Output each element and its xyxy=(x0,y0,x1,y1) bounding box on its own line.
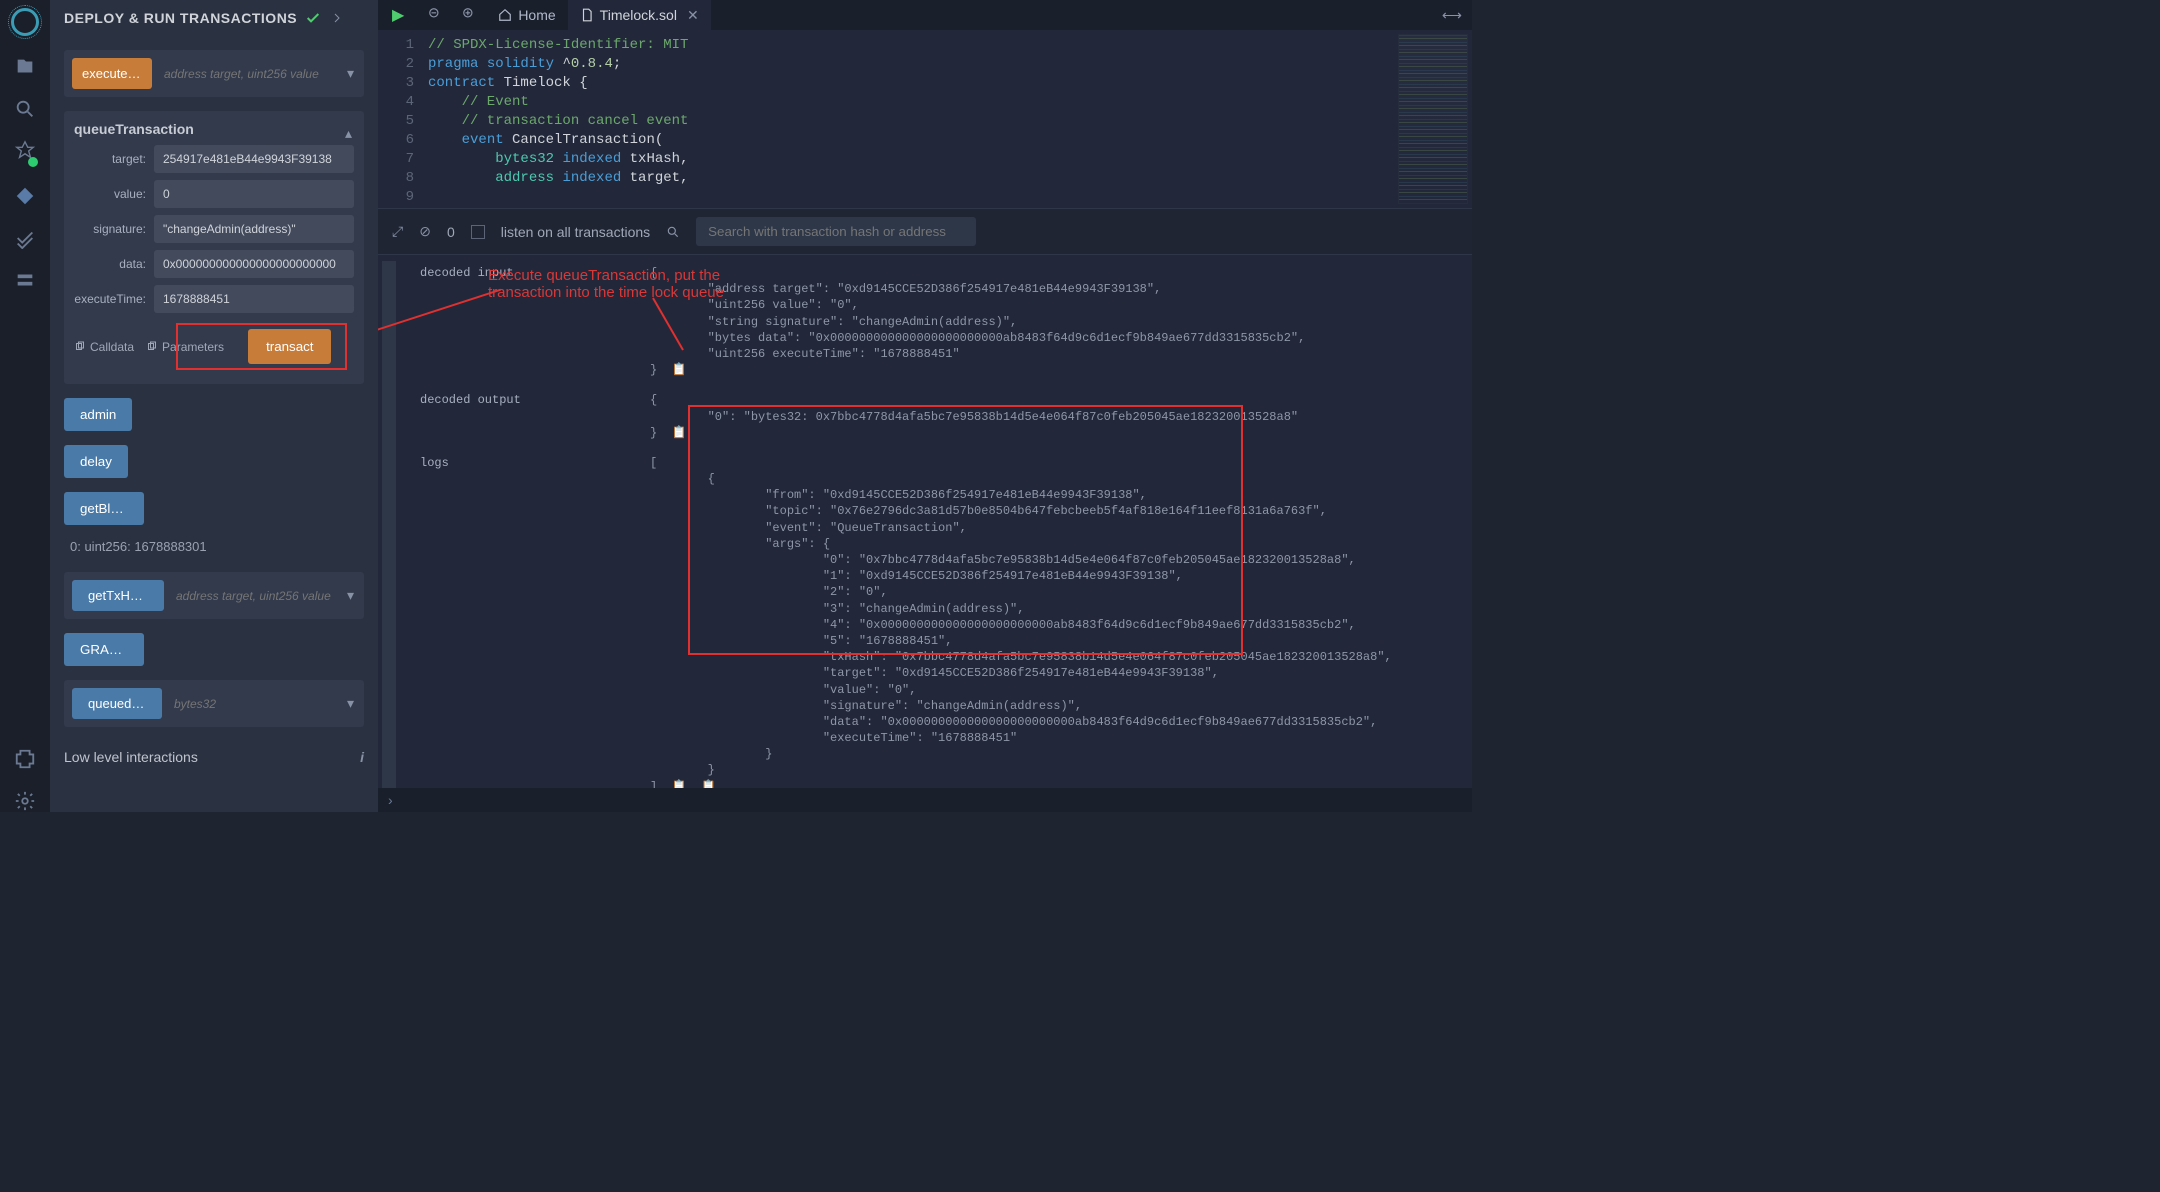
vertical-iconbar xyxy=(0,0,50,812)
get-tx-hash-button[interactable]: getTxHash xyxy=(72,580,164,611)
tab-home[interactable]: Home xyxy=(486,0,567,30)
terminal-toolbar: ⤢ ⊘ 0 listen on all transactions xyxy=(378,208,1472,255)
run-icon[interactable]: ▶ xyxy=(378,5,418,25)
compiler-icon[interactable] xyxy=(14,140,36,165)
terminal-search-input[interactable] xyxy=(696,217,976,246)
decoded-output-body: { "0": "bytes32: 0x7bbc4778d4afa5bc7e958… xyxy=(650,392,1468,441)
execute-transaction-box: executeTransa ▾ xyxy=(64,50,364,97)
execute-transaction-input[interactable] xyxy=(160,63,337,85)
panel-title: DEPLOY & RUN TRANSACTIONS xyxy=(64,10,297,26)
tab-timelock[interactable]: Timelock.sol ✕ xyxy=(568,0,711,30)
low-level-interactions: Low level interactions i xyxy=(64,741,364,773)
param-label-value: value: xyxy=(74,187,154,201)
line-numbers: 123456789 xyxy=(378,30,428,208)
terminal-search-icon[interactable] xyxy=(666,225,680,239)
chevron-down-icon[interactable]: ▾ xyxy=(345,63,356,84)
chevron-right-icon[interactable] xyxy=(331,12,343,24)
annotation-redbox-transact: transact xyxy=(176,323,347,370)
grace-period-button[interactable]: GRACE_PERIOD xyxy=(64,633,144,666)
listen-checkbox[interactable] xyxy=(471,225,485,239)
code-editor[interactable]: 123456789 // SPDX-License-Identifier: MI… xyxy=(378,30,1472,208)
tx-pending-count: 0 xyxy=(447,224,455,240)
decoded-input-label: decoded input xyxy=(400,265,650,378)
param-input-signature[interactable] xyxy=(154,215,354,243)
clear-terminal-icon[interactable]: ⊘ xyxy=(419,223,431,240)
home-icon xyxy=(498,8,512,22)
expand-icon[interactable]: ⟷ xyxy=(1432,7,1472,24)
param-input-target[interactable] xyxy=(154,145,354,173)
get-block-times-button[interactable]: getBlockTimes xyxy=(64,492,144,525)
search-icon[interactable] xyxy=(14,98,36,120)
chevron-down-icon[interactable]: ▾ xyxy=(345,693,356,714)
queued-transa-box: queuedTransa ▾ xyxy=(64,680,364,727)
copy-icon xyxy=(74,341,86,353)
code-content[interactable]: // SPDX-License-Identifier: MITpragma so… xyxy=(428,30,1472,208)
expand-terminal-icon[interactable]: ⤢ xyxy=(392,223,403,240)
calldata-link[interactable]: Calldata xyxy=(74,340,134,354)
admin-button[interactable]: admin xyxy=(64,398,132,431)
queued-transa-button[interactable]: queuedTransa xyxy=(72,688,162,719)
tab-bar: ▶ Home Timelock.sol ✕ ⟷ xyxy=(378,0,1472,30)
queued-transa-input[interactable] xyxy=(170,693,337,715)
unit-test-icon[interactable] xyxy=(14,269,36,291)
solidity-file-icon xyxy=(580,8,594,22)
settings-gear-icon[interactable] xyxy=(14,790,36,812)
zoom-out-icon[interactable] xyxy=(418,7,452,24)
copy-icon xyxy=(146,341,158,353)
get-tx-hash-box: getTxHash ▾ xyxy=(64,572,364,619)
delay-button[interactable]: delay xyxy=(64,445,128,478)
chevron-up-icon[interactable]: ▴ xyxy=(343,123,354,144)
queue-transaction-title: queueTransaction xyxy=(74,121,194,137)
terminal-prompt-icon[interactable]: › xyxy=(388,792,393,808)
main-area: ▶ Home Timelock.sol ✕ ⟷ 123456789 // SPD… xyxy=(378,0,1472,812)
deploy-run-panel: DEPLOY & RUN TRANSACTIONS executeTransa … xyxy=(50,0,378,812)
chevron-down-icon[interactable]: ▾ xyxy=(345,585,356,606)
plugin-manager-icon[interactable] xyxy=(14,748,36,770)
file-explorer-icon[interactable] xyxy=(14,56,36,78)
listen-label: listen on all transactions xyxy=(501,224,650,240)
minimap[interactable] xyxy=(1398,34,1468,204)
param-input-data[interactable] xyxy=(154,250,354,278)
param-input-value[interactable] xyxy=(154,180,354,208)
close-tab-icon[interactable]: ✕ xyxy=(687,7,699,24)
terminal-timeline xyxy=(382,261,396,788)
remix-logo-icon[interactable] xyxy=(11,8,39,36)
decoded-output-label: decoded output xyxy=(400,392,650,441)
info-icon[interactable]: i xyxy=(360,749,364,765)
check-icon xyxy=(305,10,321,26)
get-tx-hash-input[interactable] xyxy=(172,585,337,607)
param-input-executetime[interactable] xyxy=(154,285,354,313)
debugger-icon[interactable] xyxy=(14,227,36,249)
logs-label: logs xyxy=(400,455,650,788)
param-label-signature: signature: xyxy=(74,222,154,236)
zoom-in-icon[interactable] xyxy=(452,7,486,24)
logs-body: [ { "from": "0xd9145CCE52D386f254917e481… xyxy=(650,455,1468,788)
transact-button[interactable]: transact xyxy=(248,329,331,364)
execute-transaction-button[interactable]: executeTransa xyxy=(72,58,152,89)
queue-transaction-box: queueTransaction ▴ target: value: signat… xyxy=(64,111,364,384)
panel-header: DEPLOY & RUN TRANSACTIONS xyxy=(50,0,378,36)
param-label-target: target: xyxy=(74,152,154,166)
param-label-data: data: xyxy=(74,257,154,271)
terminal-footer: › xyxy=(378,788,1472,812)
param-label-executetime: executeTime: xyxy=(74,292,154,306)
terminal-output[interactable]: Execute queueTransaction, put the transa… xyxy=(378,255,1472,788)
get-block-times-result: 0: uint256: 1678888301 xyxy=(70,539,364,554)
decoded-input-body: { "address target": "0xd9145CCE52D386f25… xyxy=(650,265,1468,378)
deploy-run-icon[interactable] xyxy=(14,185,36,207)
